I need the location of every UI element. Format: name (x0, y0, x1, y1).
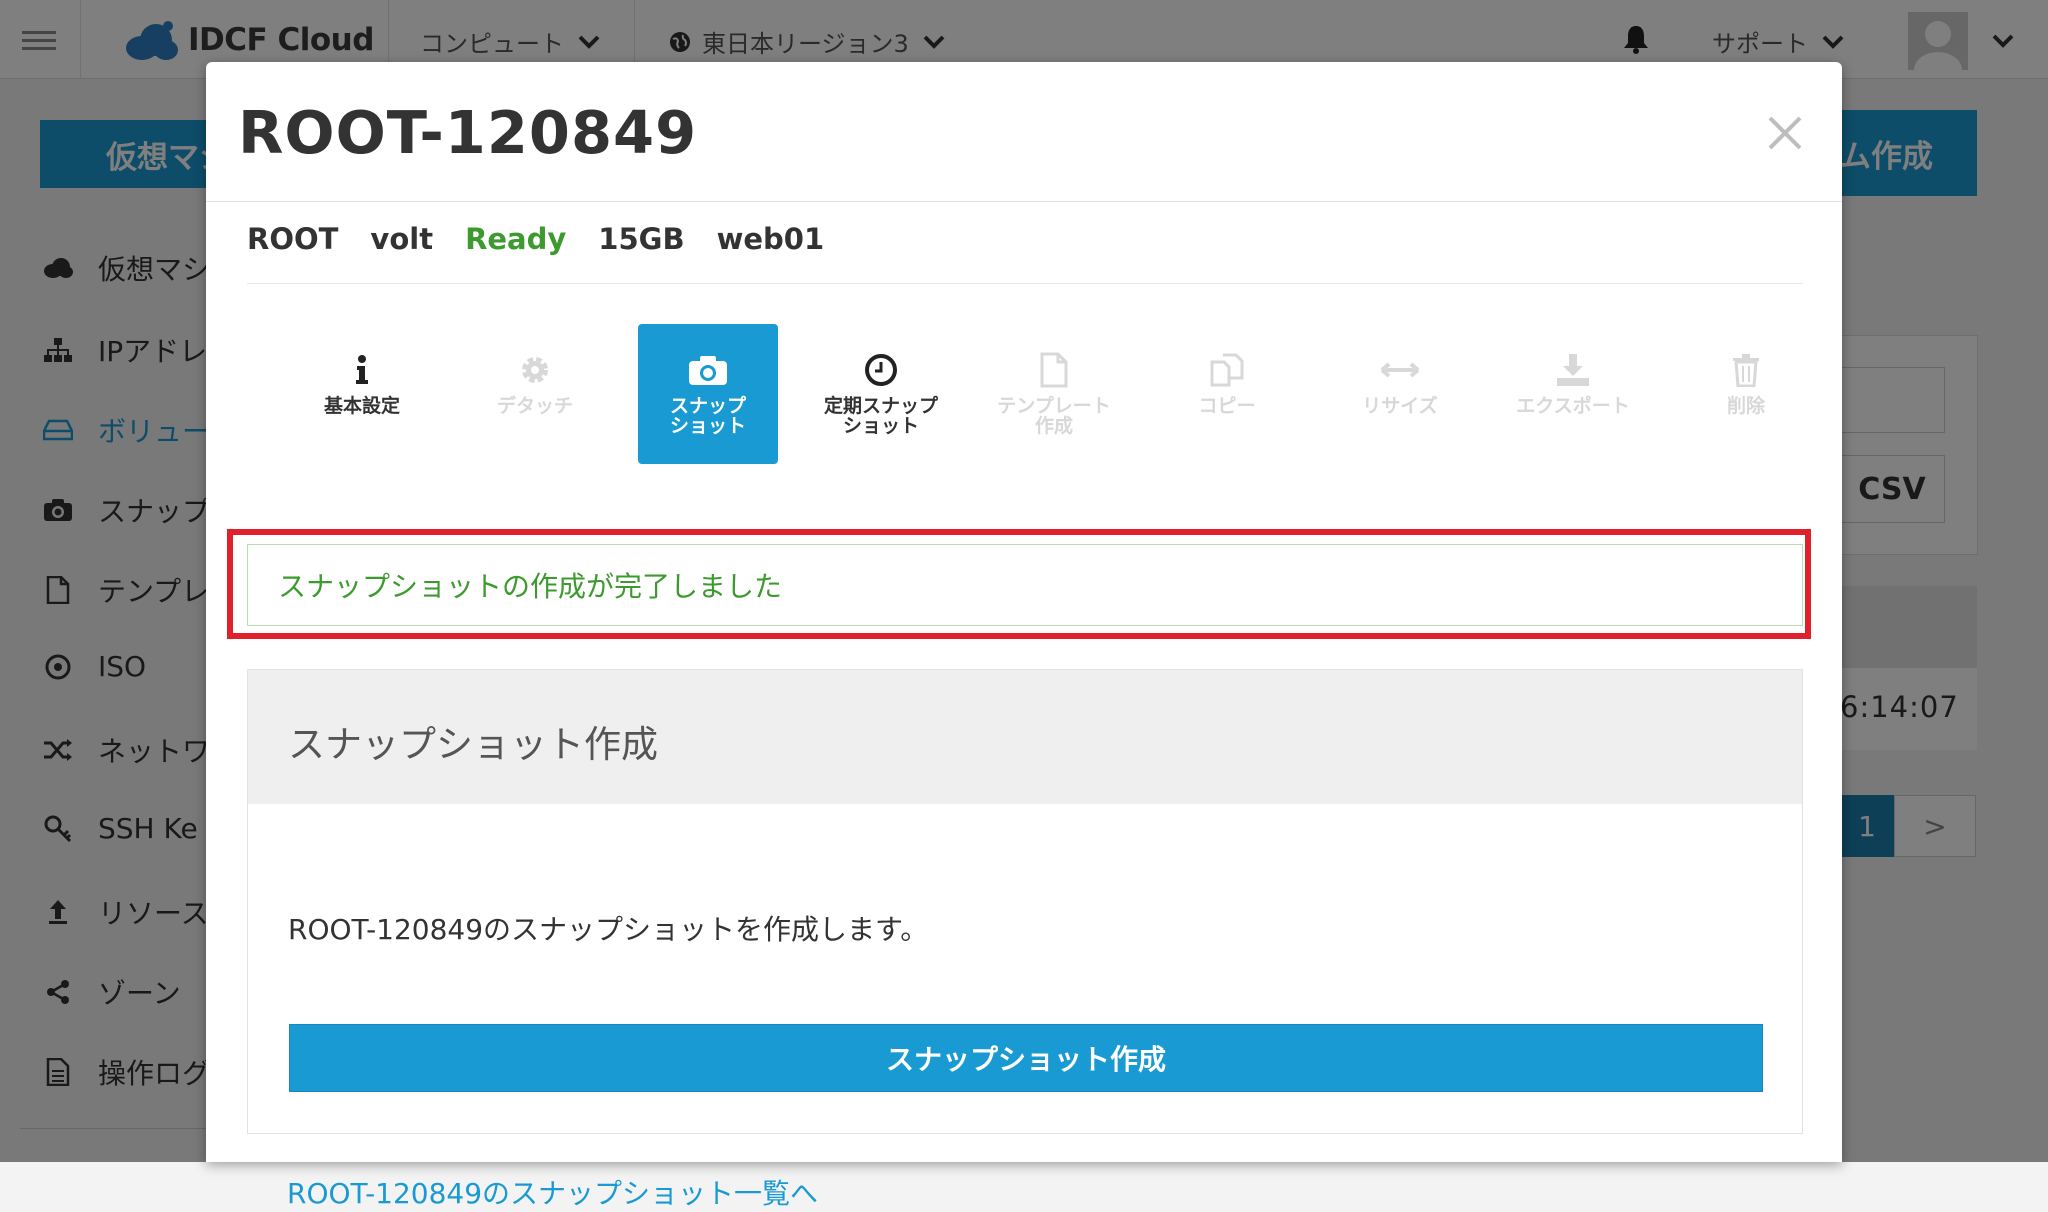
tab-delete[interactable]: 削除 (1676, 324, 1816, 464)
snapshot-list-link[interactable]: ROOT-120849のスナップショット一覧へ (287, 1172, 818, 1212)
panel-description: ROOT-120849のスナップショットを作成します。 (288, 913, 929, 946)
volume-vm: web01 (716, 222, 825, 256)
panel-header: スナップショット作成 (248, 670, 1802, 804)
info-icon (356, 355, 368, 384)
tab-label: 削除 (1726, 395, 1765, 417)
tab-basic-settings[interactable]: 基本設定 (292, 324, 432, 464)
camera-icon (689, 356, 727, 385)
volume-modal: ROOT-120849 ROOT volt Ready 15GB web01 基… (206, 62, 1842, 1210)
title-divider (206, 201, 1842, 202)
tab-label: 基本設定 (323, 395, 400, 417)
tab-copy[interactable]: コピー (1157, 324, 1297, 464)
tab-snapshot[interactable]: スナップ ショット (638, 324, 778, 464)
success-alert: スナップショットの作成が完了しました (247, 544, 1803, 626)
volume-info: ROOT volt Ready 15GB web01 (247, 222, 856, 256)
tab-label: 定期スナップ ショット (823, 395, 938, 437)
resize-icon (1380, 362, 1420, 378)
tab-scheduled-snapshot[interactable]: 定期スナップ ショット (811, 324, 951, 464)
tab-create-template[interactable]: テンプレート 作成 (984, 324, 1124, 464)
action-tabs: 基本設定 デタッチ スナップ ショット 定期スナップ ショット テンプレート 作… (292, 324, 1849, 464)
gear-icon (522, 357, 548, 383)
volume-size: 15GB (598, 222, 685, 256)
tab-label: リサイズ (1362, 395, 1438, 417)
tab-label: デタッチ (496, 395, 573, 417)
status-badge: Ready (465, 222, 567, 256)
tab-label: テンプレート 作成 (997, 395, 1111, 437)
trash-icon (1733, 354, 1759, 387)
tab-resize[interactable]: リサイズ (1330, 324, 1470, 464)
tab-label: スナップ ショット (669, 395, 746, 437)
clock-icon (865, 354, 897, 386)
panel-title: スナップショット作成 (288, 723, 658, 766)
tab-export[interactable]: エクスポート (1503, 324, 1643, 464)
close-icon[interactable] (1758, 106, 1812, 160)
modal-title: ROOT-120849 (238, 98, 698, 167)
volume-storage: volt (370, 222, 434, 256)
tab-label: エクスポート (1516, 395, 1630, 417)
create-snapshot-button[interactable]: スナップショット作成 (289, 1024, 1763, 1092)
tab-label: コピー (1198, 395, 1256, 417)
download-icon (1557, 354, 1589, 386)
snapshot-create-panel: スナップショット作成 ROOT-120849のスナップショットを作成します。 ス… (247, 669, 1803, 1134)
volume-type: ROOT (247, 222, 339, 256)
info-divider (247, 283, 1803, 284)
file-icon (1040, 352, 1068, 388)
copy-icon (1210, 353, 1244, 387)
tab-detach[interactable]: デタッチ (465, 324, 605, 464)
